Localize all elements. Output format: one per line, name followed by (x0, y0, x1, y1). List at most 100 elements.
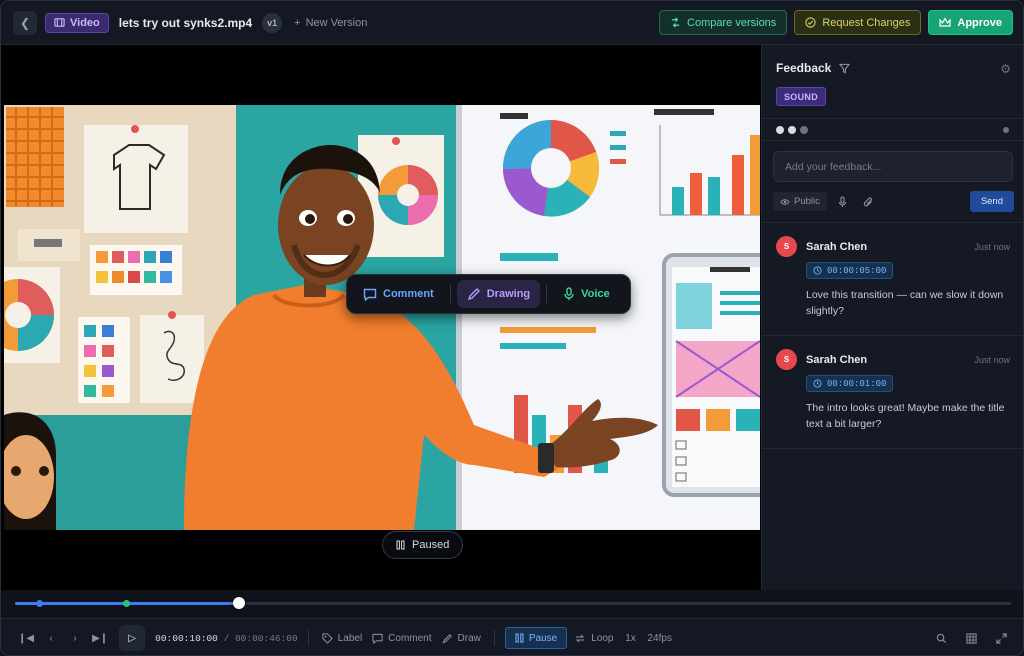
version-selector[interactable]: v1 (262, 12, 283, 33)
play-icon: ▷ (128, 632, 136, 644)
comment-button[interactable]: Comment (369, 627, 434, 649)
draw-button-text: Draw (457, 632, 481, 644)
attach-button[interactable] (859, 192, 879, 211)
prev-frame-button[interactable]: ‹ (41, 627, 61, 649)
comment-timestamp-text: 00:00:05:00 (827, 265, 887, 276)
grid-button[interactable] (961, 627, 981, 649)
comment-timestamp[interactable]: 00:00:05:00 (806, 262, 894, 279)
playback-status-label: Paused (412, 539, 450, 551)
page-dot[interactable] (788, 125, 796, 134)
review-app: ❮ Video lets try out synks2.mp4 v1 + New… (0, 0, 1024, 656)
comment-item[interactable]: S Sarah Chen Just now 00:00:01:00 The in… (762, 336, 1023, 449)
pause-icon (396, 540, 405, 550)
feedback-composer: Public Send (762, 141, 1023, 223)
time-separator: / (223, 632, 235, 644)
grid-icon (965, 632, 977, 644)
page-dot[interactable] (800, 125, 808, 134)
crown-icon (939, 17, 951, 27)
film-icon (54, 18, 65, 27)
status-dot (1003, 126, 1009, 133)
current-time: 00:00:10:00 (155, 632, 218, 644)
chevron-left-icon: ‹ (49, 632, 53, 644)
expand-icon (995, 632, 1007, 644)
drawing-mode-button[interactable]: Drawing (456, 280, 541, 308)
record-voice-button[interactable] (833, 192, 853, 211)
chevron-left-icon: ❮ (19, 15, 31, 30)
visibility-label: Public (794, 196, 820, 207)
gear-icon[interactable]: ⚙ (1000, 62, 1011, 76)
file-title: lets try out synks2.mp4 (118, 15, 253, 30)
clock-icon (813, 379, 822, 388)
label-button-text: Label (337, 632, 363, 644)
video-frame-illustration (4, 105, 760, 530)
comment-author: Sarah Chen (806, 240, 868, 253)
loop-icon (575, 634, 585, 642)
new-version-button[interactable]: + New Version (294, 17, 367, 29)
video-frame[interactable] (4, 105, 760, 530)
timeline[interactable] (1, 590, 1023, 618)
comment-marker[interactable] (35, 600, 43, 607)
drawing-mode-label: Drawing (486, 288, 531, 300)
compare-versions-button[interactable]: Compare versions (659, 10, 788, 35)
comment-item[interactable]: S Sarah Chen Just now 00:00:05:00 Love t… (762, 223, 1023, 336)
video-player[interactable]: Comment Drawing Voice Paused (1, 45, 761, 590)
filter-tag[interactable]: SOUND (776, 87, 827, 106)
controls-divider (493, 630, 495, 646)
voice-mode-button[interactable]: Voice (553, 280, 620, 308)
chevron-right-icon: › (73, 632, 77, 644)
pause-button[interactable]: Pause (504, 627, 568, 649)
feedback-title-text: Feedback (776, 61, 832, 75)
paperclip-icon (864, 196, 873, 206)
clock-icon (813, 266, 822, 275)
top-bar: ❮ Video lets try out synks2.mp4 v1 + New… (1, 1, 1023, 45)
media-type-label: Video (70, 16, 100, 29)
comment-time: Just now (974, 242, 1010, 252)
filter-icon[interactable] (839, 63, 851, 74)
frame-rate[interactable]: 24fps (644, 627, 674, 649)
page-dot[interactable] (776, 125, 784, 134)
playhead-handle[interactable] (232, 597, 245, 609)
pencil-icon (467, 288, 480, 301)
media-type-badge: Video (45, 12, 109, 33)
comment-marker[interactable] (123, 600, 131, 607)
review-actions: Compare versions Request Changes Approve (659, 10, 1013, 35)
play-button[interactable]: ▷ (119, 625, 146, 651)
playback-speed[interactable]: 1x (620, 627, 640, 649)
draw-button[interactable]: Draw (439, 627, 484, 649)
plus-icon: + (294, 16, 301, 29)
fullscreen-button[interactable] (991, 627, 1011, 649)
zoom-button[interactable] (931, 627, 951, 649)
composer-actions: Public Send (773, 191, 1014, 212)
next-frame-button[interactable]: › (65, 627, 85, 649)
timeline-track[interactable] (15, 597, 1011, 609)
approve-label: Approve (957, 16, 1002, 29)
approve-button[interactable]: Approve (928, 10, 1013, 35)
pause-button-text: Pause (528, 632, 558, 644)
skip-end-button[interactable]: ▶❙ (89, 627, 111, 649)
toolbar-divider (449, 285, 451, 303)
avatar: S (776, 349, 797, 370)
compare-versions-label: Compare versions (687, 16, 777, 29)
playback-controls: ❙◀ ‹ › ▶❙ ▷ 00:00:10:00 / 00:00:46:00 La… (1, 618, 1023, 655)
request-changes-label: Request Changes (822, 16, 911, 29)
send-button[interactable]: Send (969, 191, 1014, 212)
comment-text: Love this transition — can we slow it do… (806, 289, 1004, 317)
microphone-icon (564, 287, 574, 300)
loop-button-text: Loop (591, 632, 614, 644)
check-circle-icon (805, 17, 816, 28)
pause-icon (515, 633, 524, 643)
comment-timestamp[interactable]: 00:00:01:00 (806, 375, 894, 392)
annotation-toolbar: Comment Drawing Voice (346, 274, 631, 314)
new-version-label: New Version (305, 16, 368, 29)
visibility-toggle[interactable]: Public (773, 192, 827, 211)
microphone-icon (839, 195, 847, 207)
comment-button-text: Comment (388, 632, 432, 644)
feedback-input[interactable] (773, 151, 1013, 182)
skip-start-button[interactable]: ❙◀ (15, 627, 37, 649)
loop-button[interactable]: Loop (571, 627, 616, 649)
request-changes-button[interactable]: Request Changes (794, 10, 922, 35)
comment-timestamp-text: 00:00:01:00 (827, 378, 887, 389)
comment-mode-button[interactable]: Comment (353, 280, 444, 308)
label-button[interactable]: Label (319, 627, 365, 649)
back-button[interactable]: ❮ (13, 10, 37, 35)
